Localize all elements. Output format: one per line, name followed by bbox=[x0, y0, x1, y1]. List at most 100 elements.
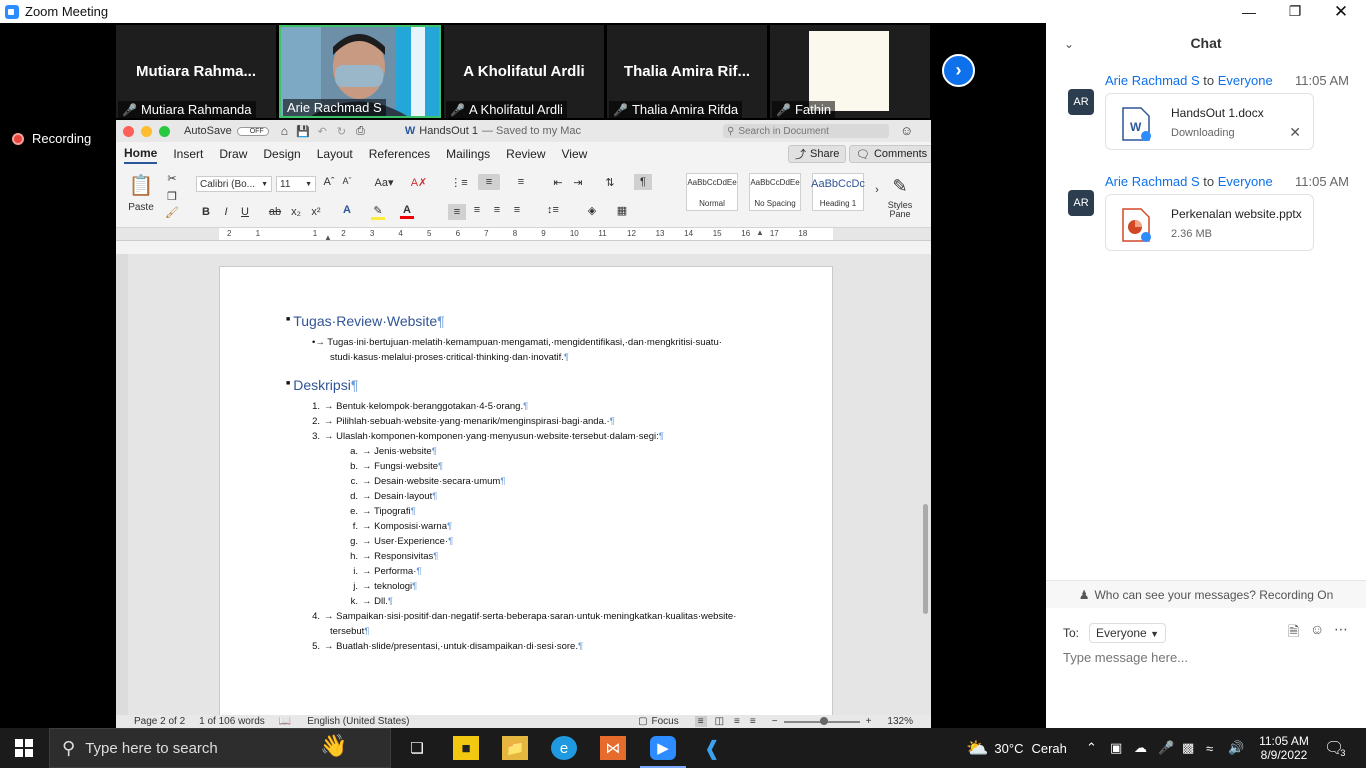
align-left-icon[interactable]: ≡ bbox=[448, 204, 466, 220]
shrink-font-icon[interactable]: Aˇ bbox=[340, 176, 354, 186]
outline-icon[interactable]: ≡ bbox=[734, 716, 740, 727]
line-spacing-icon[interactable]: ↕≡ bbox=[542, 204, 564, 216]
next-participants-button[interactable]: › bbox=[942, 54, 975, 87]
document-area[interactable]: ■ Tugas·Review·Website¶ •→ Tugas·ini·bert… bbox=[116, 254, 931, 720]
xampp-icon[interactable]: ⋈ bbox=[600, 736, 626, 760]
who-can-see-messages[interactable]: ♟ Who can see your messages? Recording On bbox=[1046, 580, 1366, 608]
bold-button[interactable]: B bbox=[200, 206, 212, 218]
page-count[interactable]: Page 2 of 2 bbox=[134, 716, 185, 727]
undo-icon[interactable]: ↶ bbox=[318, 125, 327, 138]
superscript-button[interactable]: x² bbox=[310, 206, 322, 218]
home-icon[interactable]: ⌂ bbox=[281, 124, 288, 138]
tab-design[interactable]: Design bbox=[263, 145, 300, 163]
feedback-icon[interactable]: ☺ bbox=[900, 123, 913, 138]
sort-icon[interactable]: ⇅ bbox=[602, 176, 618, 189]
file-explorer-icon[interactable]: 📁 bbox=[502, 736, 528, 760]
participant-tile[interactable]: A Kholifatul Ardli 🎤 A Kholifatul Ardli bbox=[444, 25, 604, 118]
file-icon[interactable]: 🗎 bbox=[1288, 621, 1299, 645]
document-page[interactable]: ■ Tugas·Review·Website¶ •→ Tugas·ini·bert… bbox=[219, 266, 833, 720]
share-button[interactable]: ⤴ Share bbox=[788, 145, 847, 163]
autosave-toggle[interactable]: OFF bbox=[236, 126, 269, 136]
recipient-dropdown[interactable]: Everyone ▼ bbox=[1089, 623, 1166, 643]
show-formatting-icon[interactable]: ¶ bbox=[634, 174, 652, 190]
print-layout-icon[interactable]: ≡ bbox=[694, 716, 707, 727]
taskbar-search[interactable]: ⚲ Type here to search 👋 bbox=[49, 728, 391, 768]
volume-icon[interactable]: 🔊 bbox=[1228, 728, 1244, 768]
numbering-icon[interactable]: ≡ bbox=[478, 174, 500, 190]
tab-home[interactable]: Home bbox=[124, 144, 158, 164]
zoom-level[interactable]: 132% bbox=[887, 716, 913, 727]
style-normal[interactable]: AaBbCcDdEe Normal bbox=[686, 173, 738, 211]
tab-insert[interactable]: Insert bbox=[173, 145, 203, 163]
search-document-field[interactable]: ⚲ Search in Document bbox=[723, 124, 889, 138]
cancel-download-icon[interactable]: ✕ bbox=[1289, 124, 1301, 141]
word-zoom-button[interactable] bbox=[159, 125, 170, 137]
highlight-icon[interactable]: ✎ bbox=[371, 204, 385, 220]
tab-review[interactable]: Review bbox=[506, 145, 545, 163]
wifi-icon[interactable]: ≈ bbox=[1206, 728, 1213, 768]
close-button[interactable]: ✕ bbox=[1318, 0, 1364, 23]
tab-mailings[interactable]: Mailings bbox=[446, 145, 490, 163]
cut-icon[interactable]: ✂ bbox=[166, 172, 178, 185]
clock[interactable]: 11:05 AM 8/9/2022 bbox=[1256, 728, 1312, 768]
italic-button[interactable]: I bbox=[220, 206, 232, 218]
participant-tile[interactable]: Thalia Amira Rif... 🎤 Thalia Amira Rifda bbox=[607, 25, 767, 118]
decrease-indent-icon[interactable]: ⇤ bbox=[550, 176, 566, 189]
font-color-icon[interactable]: A bbox=[400, 204, 414, 219]
strikethrough-button[interactable]: ab bbox=[268, 206, 282, 218]
text-effects-icon[interactable]: A bbox=[340, 204, 354, 216]
recording-indicator[interactable]: Recording bbox=[12, 131, 91, 146]
emoji-icon[interactable]: ☺ bbox=[1310, 621, 1324, 637]
justify-icon[interactable]: ≡ bbox=[508, 204, 526, 216]
message-sender[interactable]: Arie Rachmad S to Everyone bbox=[1105, 174, 1273, 189]
styles-pane-label[interactable]: Styles Pane bbox=[882, 200, 918, 220]
focus-icon[interactable]: ▢ bbox=[638, 716, 647, 727]
participant-tile-active[interactable]: Arie Rachmad S bbox=[279, 25, 441, 118]
start-button[interactable] bbox=[0, 728, 48, 768]
redo-icon[interactable]: ↻ bbox=[337, 125, 346, 138]
meet-now-icon[interactable]: ▣ bbox=[1110, 728, 1122, 768]
zoom-slider[interactable] bbox=[783, 716, 860, 725]
styles-more-icon[interactable]: › bbox=[872, 184, 882, 196]
paste-icon[interactable]: 📋 bbox=[126, 172, 156, 198]
tab-layout[interactable]: Layout bbox=[317, 145, 353, 163]
font-name-select[interactable]: Calibri (Bo... ▼ bbox=[196, 176, 272, 192]
print-icon[interactable]: ⎙ bbox=[356, 125, 365, 138]
file-attachment[interactable]: Perkenalan website.pptx 2.36 MB bbox=[1105, 194, 1314, 251]
word-close-button[interactable] bbox=[123, 125, 134, 137]
battery-icon[interactable]: ▩ bbox=[1182, 728, 1194, 768]
notifications-button[interactable]: 🗨 3 bbox=[1324, 728, 1345, 768]
clear-formatting-icon[interactable]: A✗ bbox=[411, 176, 428, 189]
style-no-spacing[interactable]: AaBbCcDdEe No Spacing bbox=[749, 173, 801, 211]
participant-tile[interactable]: 🎤 Fathin bbox=[770, 25, 930, 118]
minimize-button[interactable]: — bbox=[1226, 0, 1272, 23]
horizontal-ruler[interactable]: 2 1 1 2 3 4 5 6 7 8 9 10 11 12 13 14 15 16 17 18 ▲ ▲ bbox=[116, 228, 931, 242]
vscode-icon[interactable]: ❰ bbox=[699, 736, 725, 760]
task-view-icon[interactable]: ❏ bbox=[404, 736, 430, 760]
tab-references[interactable]: References bbox=[369, 145, 430, 163]
borders-icon[interactable]: ▦ bbox=[614, 204, 630, 217]
file-attachment[interactable]: W HandsOut 1.docx Downloading ✕ bbox=[1105, 93, 1314, 150]
tab-draw[interactable]: Draw bbox=[219, 145, 247, 163]
multilevel-list-icon[interactable]: ≡ bbox=[512, 176, 530, 188]
copy-icon[interactable]: ❐ bbox=[166, 190, 178, 203]
zoom-in-icon[interactable]: + bbox=[866, 716, 872, 727]
more-icon[interactable]: ⋯ bbox=[1334, 621, 1348, 638]
word-count[interactable]: 1 of 106 words bbox=[199, 716, 265, 727]
language[interactable]: English (United States) bbox=[307, 716, 409, 727]
restore-button[interactable]: ❐ bbox=[1272, 0, 1318, 23]
zoom-app-icon[interactable]: ▶ bbox=[650, 736, 676, 760]
save-icon[interactable]: 💾 bbox=[296, 125, 310, 138]
edge-icon[interactable]: e bbox=[551, 736, 577, 760]
styles-pane-icon[interactable]: ✎ bbox=[886, 172, 914, 200]
focus-button[interactable]: Focus bbox=[652, 716, 679, 727]
vertical-scrollbar[interactable] bbox=[923, 504, 928, 614]
subscript-button[interactable]: x₂ bbox=[290, 206, 302, 218]
style-heading-1[interactable]: AaBbCcDc Heading 1 bbox=[811, 173, 865, 211]
microphone-icon[interactable]: 🎤 bbox=[1158, 728, 1174, 768]
indent-marker-icon[interactable]: ▲ bbox=[324, 233, 332, 242]
show-hidden-icons[interactable]: ⌃ bbox=[1086, 728, 1097, 768]
align-center-icon[interactable]: ≡ bbox=[468, 204, 486, 216]
draft-icon[interactable]: ≡ bbox=[750, 716, 756, 727]
proofing-icon[interactable]: 📖 bbox=[279, 716, 291, 727]
